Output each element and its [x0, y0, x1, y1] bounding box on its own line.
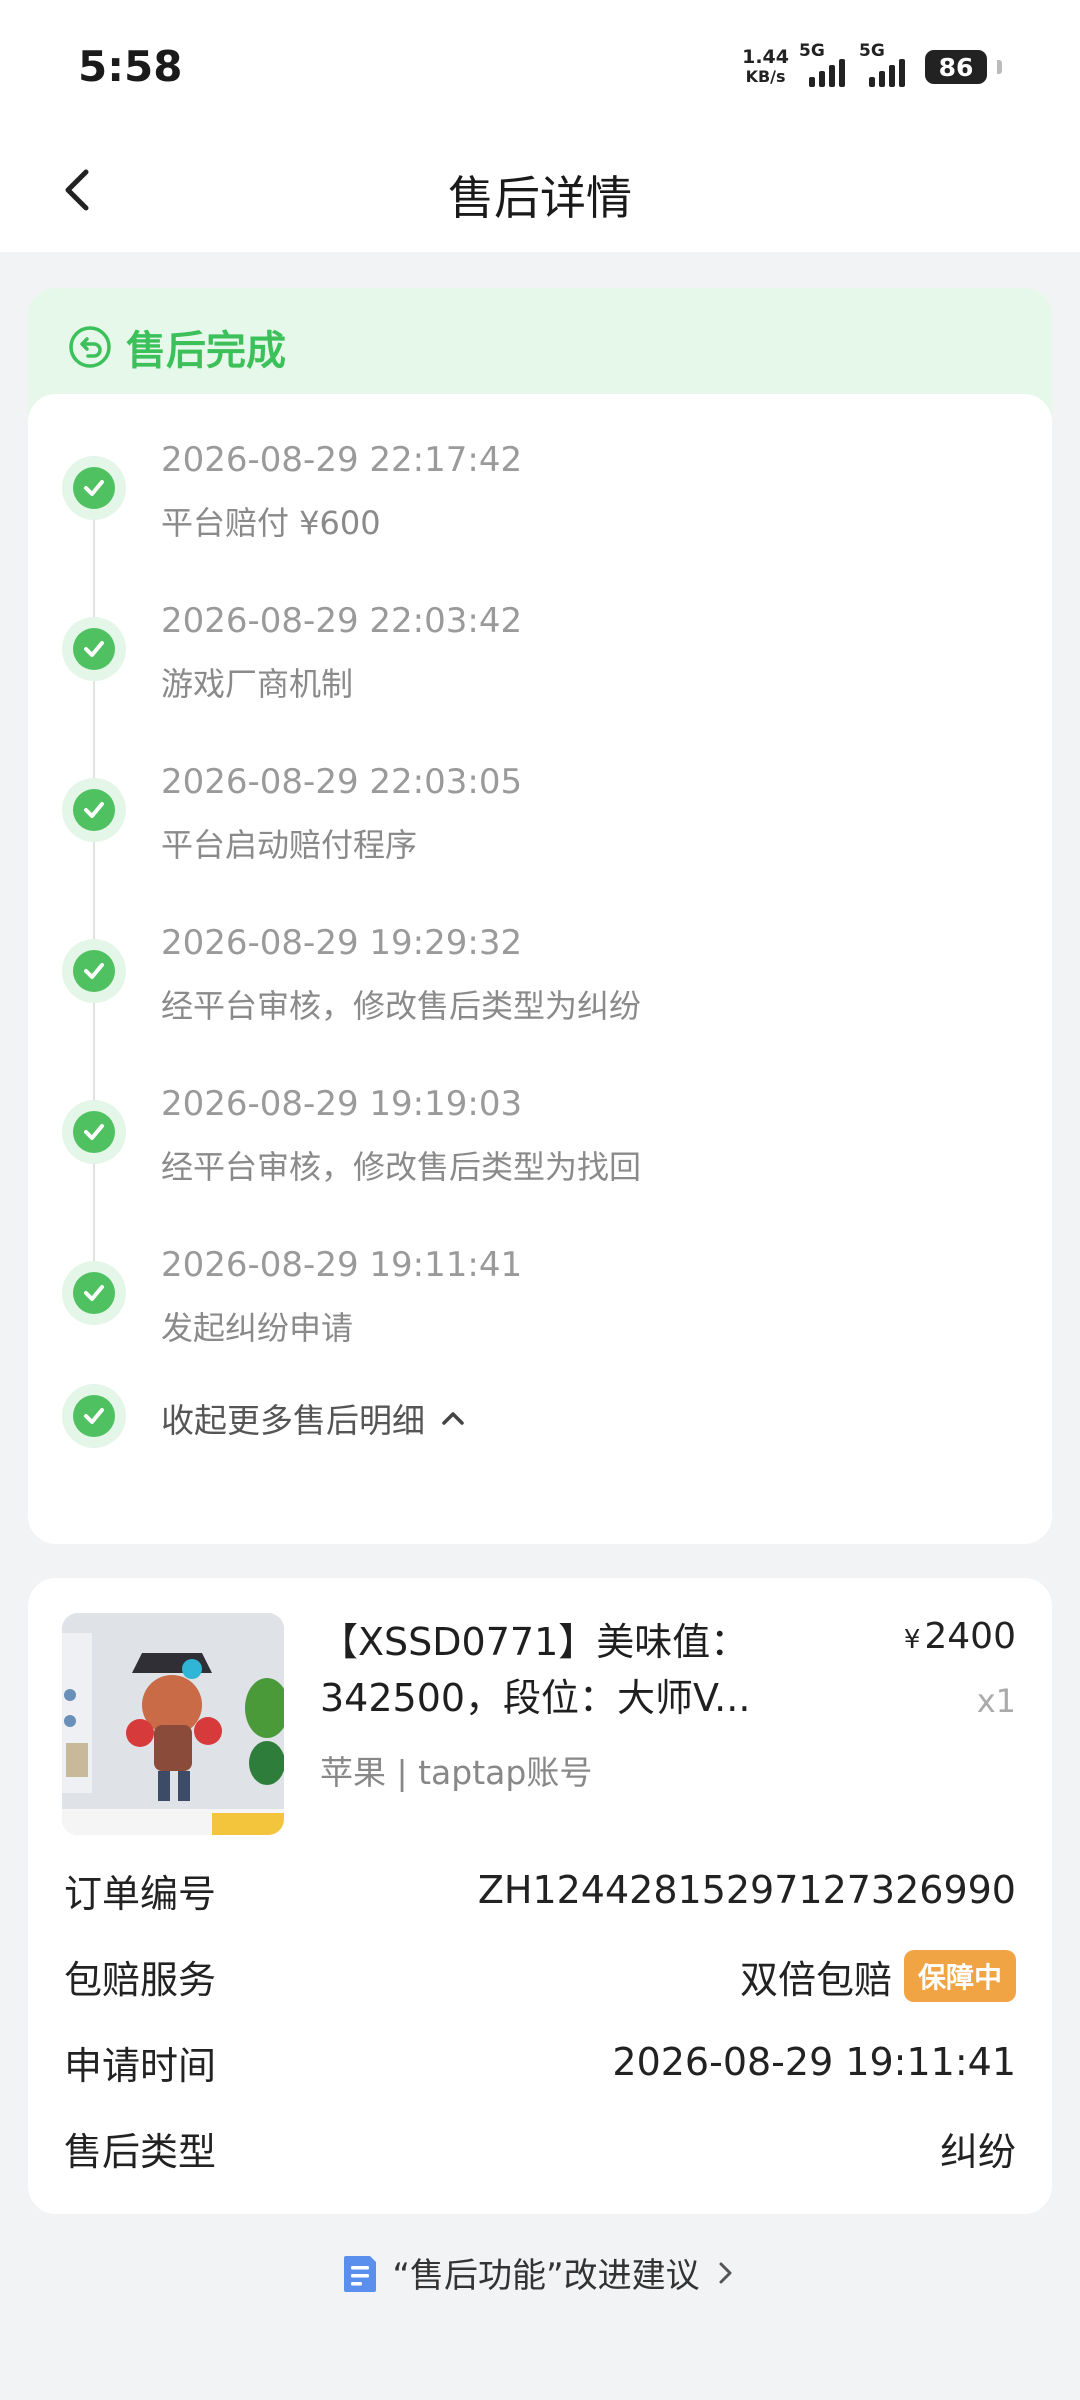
timeline-desc: 经平台审核，修改售后类型为找回 [161, 1148, 642, 1186]
chevron-up-icon [442, 1412, 464, 1425]
product-quantity: x1 [976, 1682, 1016, 1720]
product-title[interactable]: 【XSSD0771】美味值：342500，段位：大师V... [320, 1614, 790, 1726]
return-circle-icon [69, 326, 111, 368]
check-circle-icon [62, 456, 126, 520]
collapse-button[interactable]: 收起更多售后明细 [161, 1394, 469, 1442]
detail-key: 售后类型 [64, 2129, 217, 2174]
check-circle-icon [62, 939, 126, 1003]
product-thumbnail[interactable] [62, 1613, 284, 1835]
status-label: 售后完成 [126, 328, 286, 374]
timeline-time: 2026-08-29 19:11:41 [161, 1245, 523, 1285]
page-title: 售后详情 [448, 171, 632, 225]
status-bar: 5:58 1.44 KB/s 5G 5G 86 [0, 0, 1080, 130]
timeline-line [93, 490, 95, 1290]
signal-label: 5G [859, 41, 885, 61]
chevron-right-icon [719, 2262, 732, 2283]
price-value: 2400 [924, 1616, 1016, 1657]
status-badge: 保障中 [903, 1950, 1016, 2002]
detail-key: 订单编号 [64, 1871, 217, 1916]
status-header: 售后完成 [68, 318, 286, 376]
timeline-card: 2026-08-29 22:17:42 平台赔付 ¥600 2026-08-29… [28, 394, 1052, 1544]
nav-header: 售后详情 [0, 130, 1080, 252]
signal-label: 5G [799, 41, 825, 61]
feedback-link[interactable]: “售后功能”改进建议 [0, 2248, 1080, 2297]
timeline-time: 2026-08-29 19:29:32 [161, 923, 523, 963]
status-icons: 1.44 KB/s 5G 5G 86 [742, 41, 1002, 90]
signal-icon: 5G [799, 41, 849, 87]
signal-icon: 5G [859, 41, 909, 87]
timeline-desc: 平台启动赔付程序 [161, 826, 418, 864]
detail-value-group: 双倍包赔 保障中 [740, 1949, 1016, 2004]
game-character-image [62, 1613, 284, 1835]
document-icon [344, 2255, 377, 2292]
detail-value[interactable]: ZH12442815297127326990 [478, 1868, 1016, 1912]
after-sale-status-section: 售后完成 2026-08-29 22:17:42 平台赔付 ¥600 2026-… [28, 288, 1052, 1544]
check-circle-icon [62, 1384, 126, 1448]
detail-row-apply-time: 申请时间 2026-08-29 19:11:41 [64, 2032, 1016, 2092]
collapse-label: 收起更多售后明细 [161, 1401, 425, 1440]
order-card: 【XSSD0771】美味值：342500，段位：大师V... ¥2400 x1 … [28, 1578, 1052, 2214]
timeline-desc: 发起纠纷申请 [161, 1309, 354, 1347]
check-circle-icon [62, 617, 126, 681]
check-circle-icon [62, 778, 126, 842]
battery-icon: 86 [925, 50, 987, 84]
network-speed-unit: KB/s [745, 67, 786, 86]
check-circle-icon [62, 1261, 126, 1325]
timeline-time: 2026-08-29 22:17:42 [161, 440, 523, 480]
timeline-time: 2026-08-29 22:03:42 [161, 601, 523, 641]
product-subtitle: 苹果 | taptap账号 [320, 1753, 593, 1792]
network-speed-value: 1.44 [742, 46, 789, 68]
detail-value: 2026-08-29 19:11:41 [612, 2040, 1016, 2084]
detail-row-compensation: 包赔服务 双倍包赔 保障中 [64, 1946, 1016, 2006]
detail-row-type: 售后类型 纠纷 [64, 2118, 1016, 2178]
clock: 5:58 [78, 42, 183, 91]
timeline-desc: 平台赔付 ¥600 [161, 504, 381, 542]
product-price: ¥2400 [904, 1616, 1016, 1657]
timeline-time: 2026-08-29 22:03:05 [161, 762, 523, 802]
check-circle-icon [62, 1100, 126, 1164]
detail-row-order-number: 订单编号 ZH12442815297127326990 [64, 1860, 1016, 1920]
feedback-label: “售后功能”改进建议 [392, 2256, 700, 2296]
battery-tip [997, 60, 1002, 74]
detail-key: 包赔服务 [64, 1957, 217, 2002]
currency-symbol: ¥ [903, 1625, 921, 1655]
network-speed: 1.44 KB/s [742, 47, 789, 87]
timeline-time: 2026-08-29 19:19:03 [161, 1084, 523, 1124]
detail-value: 双倍包赔 [739, 1957, 892, 2002]
timeline-desc: 经平台审核，修改售后类型为纠纷 [161, 987, 642, 1025]
detail-value: 纠纷 [939, 2129, 1016, 2174]
timeline-desc: 游戏厂商机制 [161, 665, 354, 703]
detail-key: 申请时间 [64, 2043, 217, 2088]
